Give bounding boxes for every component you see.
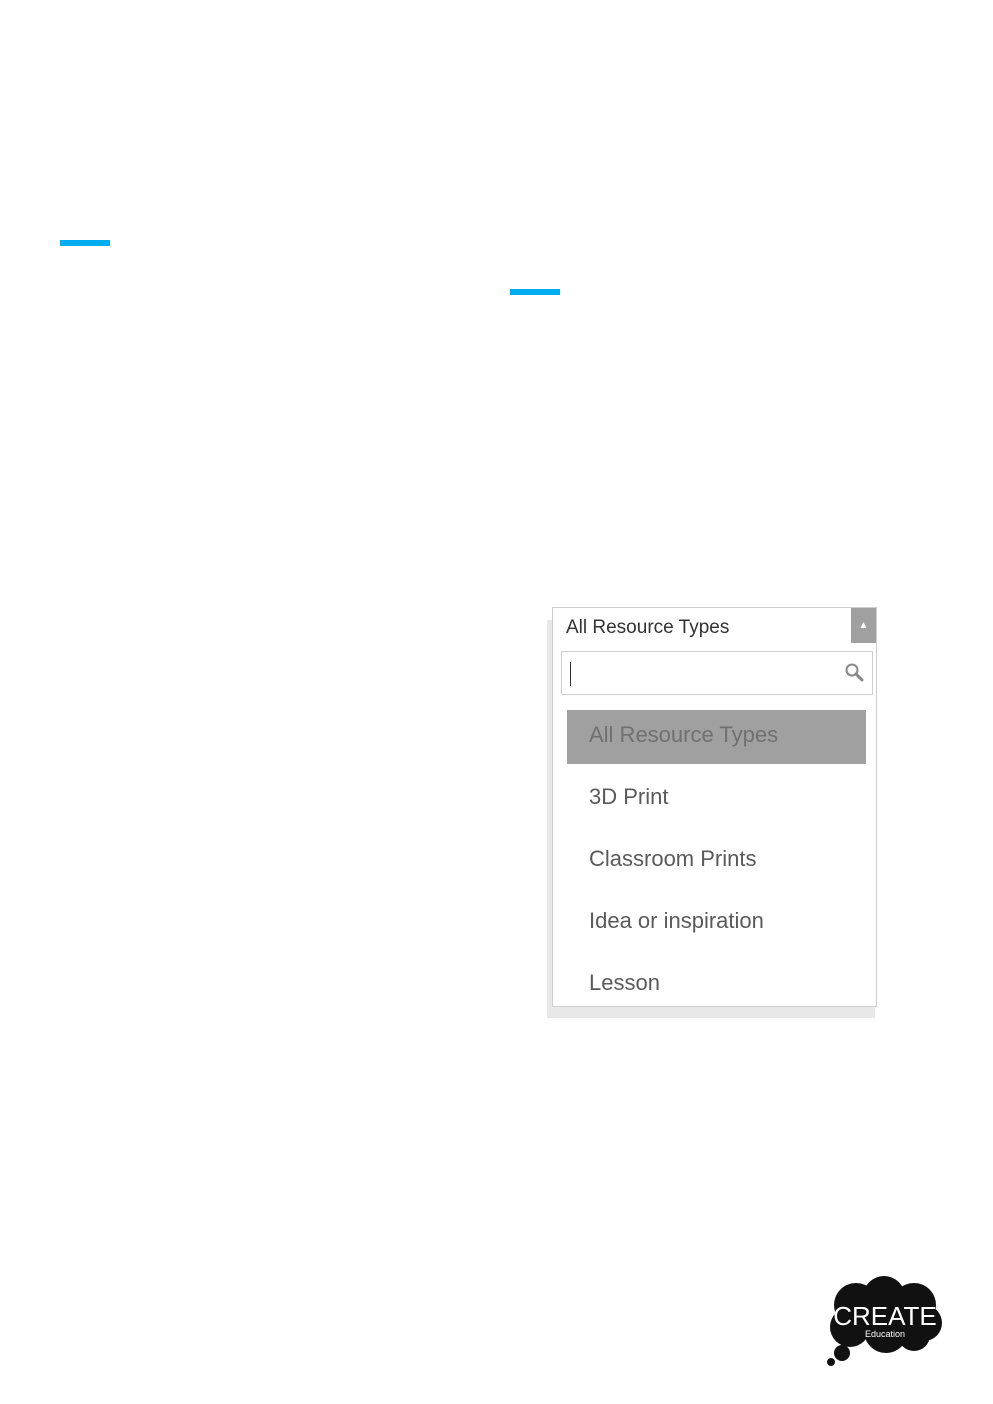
- accent-divider-right: [510, 289, 560, 295]
- dropdown-option-label: Idea or inspiration: [589, 908, 764, 933]
- dropdown-option-idea-or-inspiration[interactable]: Idea or inspiration: [567, 896, 866, 950]
- dropdown-option-label: Lesson: [589, 970, 660, 995]
- dropdown-search-field[interactable]: [561, 651, 873, 695]
- search-input[interactable]: [568, 658, 838, 688]
- arrow-up-icon[interactable]: ▲: [851, 608, 876, 643]
- dropdown-option-lesson[interactable]: Lesson: [567, 958, 866, 1012]
- logo-name: CREATE: [833, 1301, 937, 1331]
- resource-type-dropdown[interactable]: All Resource Types ▲ All Resource Types …: [552, 607, 877, 1007]
- dropdown-options-list: All Resource Types 3D Print Classroom Pr…: [567, 710, 866, 1020]
- create-education-logo: CREATE Education: [827, 1276, 942, 1366]
- dropdown-option-all-resource-types[interactable]: All Resource Types: [567, 710, 866, 764]
- dropdown-option-label: 3D Print: [589, 784, 669, 809]
- dropdown-header[interactable]: All Resource Types ▲: [553, 608, 876, 646]
- dropdown-option-classroom-prints[interactable]: Classroom Prints: [567, 834, 866, 888]
- logo-subtitle: Education: [865, 1329, 905, 1339]
- accent-divider-left: [60, 240, 110, 246]
- search-icon[interactable]: [844, 662, 864, 682]
- dropdown-option-label: All Resource Types: [589, 722, 779, 747]
- dropdown-option-label: Classroom Prints: [589, 846, 757, 871]
- dropdown-selected-value: All Resource Types: [566, 617, 730, 638]
- dropdown-option-3d-print[interactable]: 3D Print: [567, 772, 866, 826]
